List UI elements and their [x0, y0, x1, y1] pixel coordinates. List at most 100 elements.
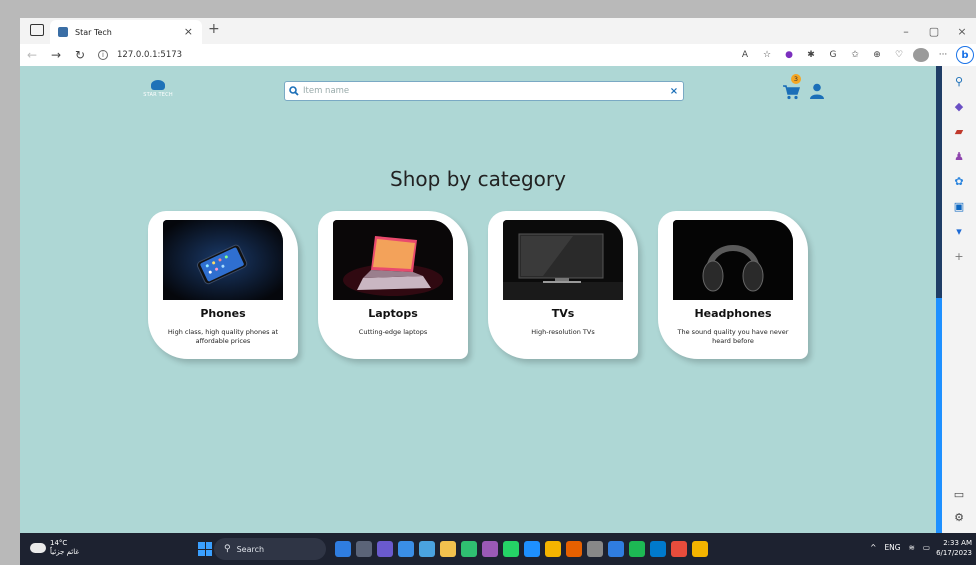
- taskbar: 14°C غائم جزئياً ⚲ Search ^ ENG ≋ ▭ 2:33…: [20, 533, 976, 565]
- taskbar-search[interactable]: ⚲ Search: [214, 538, 326, 560]
- sidebar-outlook-icon[interactable]: ▣: [952, 199, 966, 213]
- chrome-icon[interactable]: [545, 541, 561, 557]
- more-icon[interactable]: ···: [932, 47, 954, 63]
- spotify-icon[interactable]: [629, 541, 645, 557]
- app-icon[interactable]: [482, 541, 498, 557]
- category-name: Phones: [200, 307, 246, 320]
- sidebar-tag-icon[interactable]: ◆: [952, 99, 966, 113]
- close-button[interactable]: ×: [948, 18, 976, 44]
- sidebar-briefcase-icon[interactable]: ▰: [952, 124, 966, 138]
- edge-icon[interactable]: [524, 541, 540, 557]
- favorite-star-icon[interactable]: ☆: [756, 47, 778, 63]
- scrollbar-thumb[interactable]: [936, 298, 942, 533]
- forward-icon[interactable]: →: [44, 48, 68, 62]
- category-card-phones[interactable]: Phones High class, high quality phones a…: [148, 211, 298, 359]
- browser-essentials-icon[interactable]: ♡: [888, 47, 910, 63]
- search-icon[interactable]: [285, 82, 303, 100]
- address-bar[interactable]: i 127.0.0.1:5173: [98, 50, 182, 60]
- sidebar-settings-icon[interactable]: ⚙: [952, 510, 966, 524]
- favicon-icon: [58, 27, 68, 37]
- clear-search-icon[interactable]: ×: [665, 86, 683, 97]
- chrome-icon[interactable]: [692, 541, 708, 557]
- task-view-icon[interactable]: [356, 541, 372, 557]
- logo-text: STAR TECH: [143, 92, 173, 98]
- windows-start-icon[interactable]: [198, 542, 212, 556]
- vscode-icon[interactable]: [650, 541, 666, 557]
- address-bar-row: ← → ↻ i 127.0.0.1:5173 A ☆ ● ✱ G ✩ ⊕ ♡ ·…: [20, 44, 976, 66]
- sidebar-search-icon[interactable]: ⚲: [952, 74, 966, 88]
- new-tab-button[interactable]: +: [208, 21, 220, 37]
- page-viewport: STAR TECH × 3 Shop by category: [20, 66, 936, 533]
- laptop-image: [333, 220, 453, 300]
- todo-icon[interactable]: [608, 541, 624, 557]
- headphones-image: [673, 220, 793, 300]
- split-screen-icon[interactable]: G: [822, 47, 844, 63]
- taskbar-apps: [332, 541, 710, 557]
- site-info-icon[interactable]: i: [98, 50, 108, 60]
- tab-close-icon[interactable]: ×: [184, 25, 193, 38]
- browser-window: Star Tech × + – ▢ × ← → ↻ i 127.0.0.1:51…: [20, 18, 976, 533]
- sidebar-office-icon[interactable]: ✿: [952, 174, 966, 188]
- sidebar-drop-icon[interactable]: ▾: [952, 224, 966, 238]
- sidebar-games-icon[interactable]: ♟: [952, 149, 966, 163]
- category-card-laptops[interactable]: Laptops Cutting-edge laptops: [318, 211, 468, 359]
- category-card-tvs[interactable]: TVs High-resolution TVs: [488, 211, 638, 359]
- read-aloud-icon[interactable]: A: [734, 47, 756, 63]
- wifi-icon[interactable]: ≋: [909, 543, 915, 552]
- clock[interactable]: 2:33 AM 6/17/2023: [936, 538, 972, 558]
- bing-app-icon[interactable]: [335, 541, 351, 557]
- system-tray: ^ ENG ≋ ▭: [870, 543, 930, 552]
- sidebar-layout-icon[interactable]: ▭: [952, 487, 966, 501]
- app-icon[interactable]: [461, 541, 477, 557]
- category-card-headphones[interactable]: Headphones The sound quality you have ne…: [658, 211, 808, 359]
- search-bar: ×: [284, 81, 684, 101]
- window-controls: – ▢ ×: [892, 18, 976, 44]
- category-name: Headphones: [694, 307, 772, 320]
- profile-icon[interactable]: [913, 48, 929, 62]
- settings-icon[interactable]: [587, 541, 603, 557]
- category-description: The sound quality you have never heard b…: [677, 328, 789, 345]
- title-bar: Star Tech × + – ▢ ×: [20, 18, 976, 44]
- teams-icon[interactable]: [377, 541, 393, 557]
- whatsapp-icon[interactable]: [503, 541, 519, 557]
- tray-chevron-icon[interactable]: ^: [870, 543, 876, 552]
- firefox-icon[interactable]: [566, 541, 582, 557]
- store-icon[interactable]: [419, 541, 435, 557]
- url-text[interactable]: 127.0.0.1:5173: [117, 50, 182, 60]
- taskbar-search-label: Search: [236, 544, 265, 554]
- cart-icon[interactable]: [782, 84, 800, 100]
- category-description: Cutting-edge laptops: [358, 328, 428, 336]
- page-scrollbar[interactable]: [936, 66, 942, 533]
- page-heading: Shop by category: [390, 167, 566, 191]
- store-logo[interactable]: STAR TECH: [143, 80, 173, 98]
- cloud-icon: [30, 543, 46, 553]
- extension-icon[interactable]: ●: [778, 47, 800, 63]
- taskbar-search-icon: ⚲: [224, 544, 231, 554]
- user-icon[interactable]: [810, 83, 824, 99]
- app-icon[interactable]: [671, 541, 687, 557]
- clock-date: 6/17/2023: [936, 549, 972, 557]
- sidebar-add-icon[interactable]: +: [952, 249, 966, 263]
- collections-icon[interactable]: ⊕: [866, 47, 888, 63]
- weather-widget[interactable]: 14°C غائم جزئياً: [30, 539, 79, 557]
- language-indicator[interactable]: ENG: [884, 543, 900, 552]
- refresh-icon[interactable]: ↻: [68, 48, 92, 62]
- favorites-icon[interactable]: ✩: [844, 47, 866, 63]
- search-input[interactable]: [303, 86, 665, 96]
- file-explorer-icon[interactable]: [440, 541, 456, 557]
- extension-puzzle-icon[interactable]: ✱: [800, 47, 822, 63]
- mail-icon[interactable]: [398, 541, 414, 557]
- battery-icon[interactable]: ▭: [923, 543, 930, 552]
- tab-actions-icon[interactable]: [30, 24, 44, 36]
- maximize-button[interactable]: ▢: [920, 18, 948, 44]
- phone-image: [163, 220, 283, 300]
- back-icon[interactable]: ←: [20, 48, 44, 62]
- edge-sidebar: ⚲ ◆ ▰ ♟ ✿ ▣ ▾ + ▭ ⚙: [936, 66, 976, 533]
- bing-chat-icon[interactable]: b: [956, 46, 974, 64]
- browser-tab[interactable]: Star Tech ×: [50, 20, 202, 44]
- category-description: High-resolution TVs: [531, 328, 595, 336]
- tab-title: Star Tech: [75, 27, 112, 37]
- category-name: TVs: [551, 307, 575, 320]
- tv-image: [503, 220, 623, 300]
- minimize-button[interactable]: –: [892, 18, 920, 44]
